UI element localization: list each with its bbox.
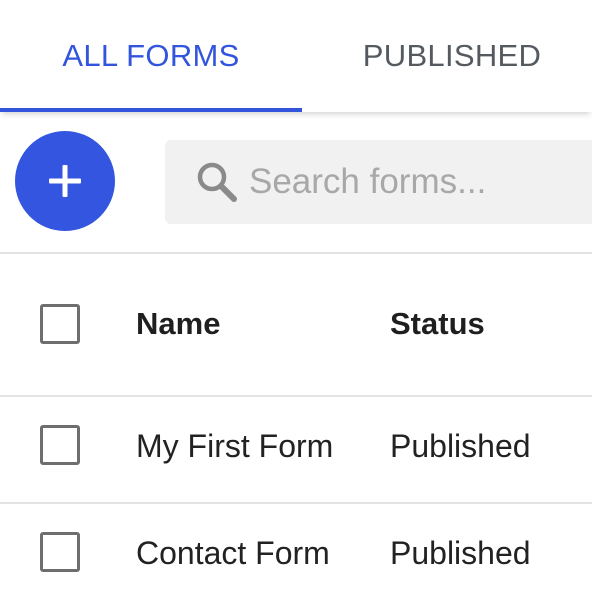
column-header-status[interactable]: Status <box>390 306 485 342</box>
search-box <box>165 140 592 224</box>
row-checkbox[interactable] <box>40 532 80 572</box>
search-input[interactable] <box>249 162 579 202</box>
forms-table: Name Status My First Form Published Cont… <box>0 254 592 608</box>
form-name: My First Form <box>136 428 334 464</box>
add-form-button[interactable] <box>15 131 115 231</box>
tab-all-forms[interactable]: ALL FORMS <box>0 0 302 112</box>
plus-icon <box>49 165 81 197</box>
column-header-name[interactable]: Name <box>136 306 220 342</box>
form-status: Published <box>390 428 531 464</box>
form-status: Published <box>390 535 531 571</box>
table-header-row: Name Status <box>0 254 592 397</box>
table-row[interactable]: My First Form Published <box>0 397 592 504</box>
active-tab-indicator <box>0 108 302 112</box>
table-row[interactable]: Contact Form Published <box>0 504 592 608</box>
form-name: Contact Form <box>136 535 330 571</box>
toolbar <box>0 112 592 254</box>
select-all-checkbox[interactable] <box>40 304 80 344</box>
tab-bar: ALL FORMS PUBLISHED <box>0 0 592 112</box>
tab-published[interactable]: PUBLISHED <box>302 0 592 112</box>
search-icon <box>195 160 239 204</box>
row-checkbox[interactable] <box>40 425 80 465</box>
